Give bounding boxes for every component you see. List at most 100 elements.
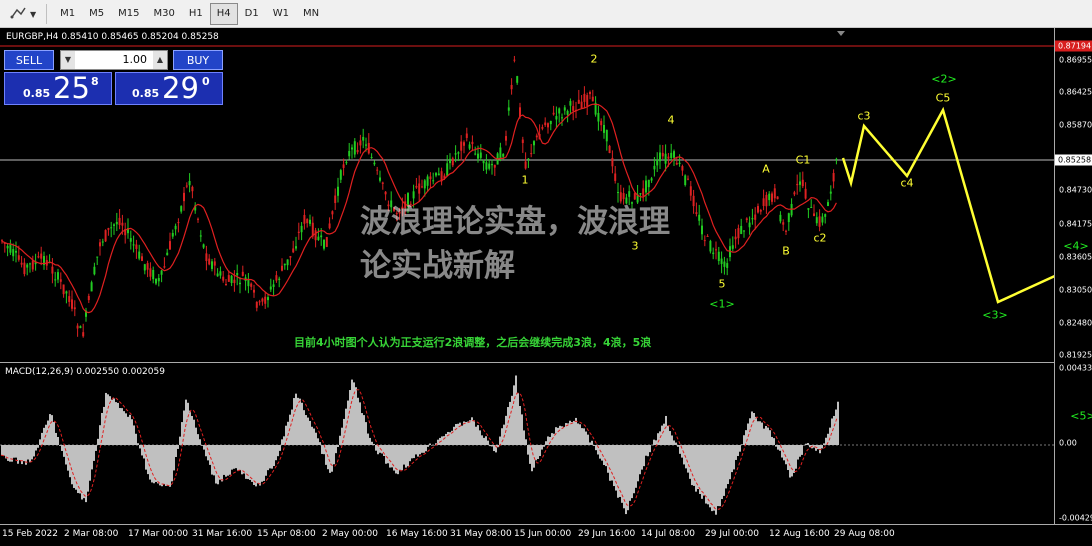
macd-bar bbox=[473, 420, 475, 445]
macd-bar bbox=[33, 445, 35, 457]
candle-body bbox=[771, 193, 773, 202]
macd-bar bbox=[121, 408, 123, 445]
candle-body bbox=[827, 202, 829, 206]
candle-body bbox=[692, 195, 695, 207]
candle-body bbox=[23, 262, 26, 275]
price-axis[interactable]: 0.86955 0.86425 0.85870 0.84730 0.84175 0.836… bbox=[1054, 28, 1092, 524]
timeframe-d1-button[interactable]: D1 bbox=[238, 3, 266, 25]
timeframe-m5-button[interactable]: M5 bbox=[82, 3, 111, 25]
lot-size-input[interactable]: ▼ 1.00 ▲ bbox=[60, 50, 168, 70]
wave-label: 5 bbox=[718, 277, 726, 291]
candle-body bbox=[118, 217, 121, 226]
candle-body bbox=[283, 263, 286, 266]
macd-bar bbox=[229, 445, 231, 475]
macd-bar bbox=[363, 415, 365, 445]
macd-bar bbox=[317, 438, 319, 445]
macd-bar bbox=[461, 425, 463, 445]
buy-button[interactable]: BUY bbox=[173, 50, 223, 70]
candle-body bbox=[485, 162, 488, 170]
lot-increase-icon[interactable]: ▲ bbox=[153, 51, 167, 69]
candle-body bbox=[222, 276, 225, 281]
macd-bar bbox=[647, 445, 649, 457]
candle-body bbox=[773, 188, 776, 199]
candle-body bbox=[474, 153, 477, 155]
macd-pane[interactable]: MACD(12,26,9) 0.002550 0.002059 bbox=[0, 362, 1054, 524]
candle-body bbox=[205, 253, 208, 262]
macd-bar bbox=[833, 415, 835, 445]
wave-label: 4 bbox=[667, 113, 675, 127]
macd-bar bbox=[795, 445, 797, 469]
timeframe-h1-button[interactable]: H1 bbox=[182, 3, 210, 25]
macd-bar bbox=[517, 393, 519, 445]
chart-window[interactable]: EURGBP,H4 0.85410 0.85465 0.85204 0.8525… bbox=[0, 28, 1092, 546]
sell-price-big: 25 bbox=[53, 71, 90, 105]
sell-button[interactable]: SELL bbox=[4, 50, 54, 70]
macd-bar bbox=[571, 421, 573, 445]
macd-info: MACD(12,26,9) 0.002550 0.002059 bbox=[5, 367, 165, 377]
line-tools-dropdown[interactable]: ▼ bbox=[6, 4, 40, 24]
candle-body bbox=[782, 222, 785, 225]
macd-bar bbox=[471, 417, 473, 445]
macd-bar bbox=[213, 445, 215, 476]
macd-bar bbox=[291, 409, 293, 445]
macd-bar bbox=[601, 445, 603, 461]
time-axis[interactable]: 15 Feb 2022 2 Mar 08:00 17 Mar 00:00 31 Mar… bbox=[0, 524, 1092, 546]
macd-bar bbox=[105, 392, 107, 445]
price-pane[interactable]: EURGBP,H4 0.85410 0.85465 0.85204 0.8525… bbox=[0, 28, 1089, 362]
macd-axis-label: -0.00429 bbox=[1059, 513, 1092, 523]
macd-bar bbox=[751, 411, 753, 445]
macd-bar bbox=[723, 445, 725, 496]
macd-bar bbox=[327, 445, 329, 470]
sell-price-quote[interactable]: 0.85 25 8 bbox=[4, 71, 112, 105]
candle-body bbox=[415, 185, 418, 188]
buy-price-quote[interactable]: 0.85 29 0 bbox=[115, 71, 223, 105]
watermark-line-2: 论实战新解 bbox=[360, 248, 515, 284]
candle-body bbox=[149, 268, 152, 277]
candle-body bbox=[138, 251, 141, 259]
candle-body bbox=[745, 218, 748, 220]
candle-body bbox=[510, 84, 513, 90]
candle-body bbox=[687, 178, 689, 180]
macd-bar bbox=[385, 445, 387, 464]
candle-body bbox=[734, 236, 737, 240]
timeframe-mn-button[interactable]: MN bbox=[296, 3, 326, 25]
timeframe-m30-button[interactable]: M30 bbox=[147, 3, 182, 25]
macd-bar bbox=[355, 387, 357, 445]
one-click-trading-panel: SELL ▼ 1.00 ▲ BUY 0.85 25 8 0.85 29 0 bbox=[4, 50, 223, 107]
candle-body bbox=[191, 186, 194, 192]
candle-body bbox=[731, 245, 734, 249]
timeframe-m15-button[interactable]: M15 bbox=[111, 3, 146, 25]
macd-bar bbox=[409, 445, 411, 462]
candle-body bbox=[255, 301, 258, 308]
macd-bar bbox=[573, 420, 575, 445]
macd-bar bbox=[83, 445, 85, 499]
candle-body bbox=[759, 209, 762, 212]
toolbar-divider bbox=[46, 4, 48, 24]
candle-body bbox=[51, 266, 54, 274]
candle-body bbox=[381, 182, 384, 184]
macd-bar bbox=[195, 427, 197, 445]
candle-body bbox=[323, 239, 325, 249]
macd-bar bbox=[687, 445, 689, 473]
macd-bar bbox=[577, 423, 579, 445]
candle-body bbox=[762, 198, 765, 206]
candle-body bbox=[163, 266, 166, 268]
candle-body bbox=[541, 127, 544, 129]
candle-body bbox=[818, 216, 821, 227]
candle-body bbox=[59, 279, 62, 282]
candle-body bbox=[563, 107, 566, 111]
candle-body bbox=[524, 161, 527, 169]
macd-bar bbox=[799, 445, 801, 457]
timeframe-w1-button[interactable]: W1 bbox=[266, 3, 296, 25]
macd-bar bbox=[367, 433, 369, 445]
macd-bar bbox=[225, 445, 227, 477]
timeframe-m1-button[interactable]: M1 bbox=[53, 3, 82, 25]
macd-bar bbox=[257, 445, 259, 484]
timeframe-h4-button[interactable]: H4 bbox=[209, 3, 238, 25]
candle-body bbox=[62, 284, 65, 295]
candle-body bbox=[152, 269, 155, 280]
lot-decrease-icon[interactable]: ▼ bbox=[61, 51, 75, 69]
candle-body bbox=[678, 162, 681, 165]
candle-body bbox=[667, 156, 670, 159]
wave-label: C5 bbox=[935, 91, 951, 105]
